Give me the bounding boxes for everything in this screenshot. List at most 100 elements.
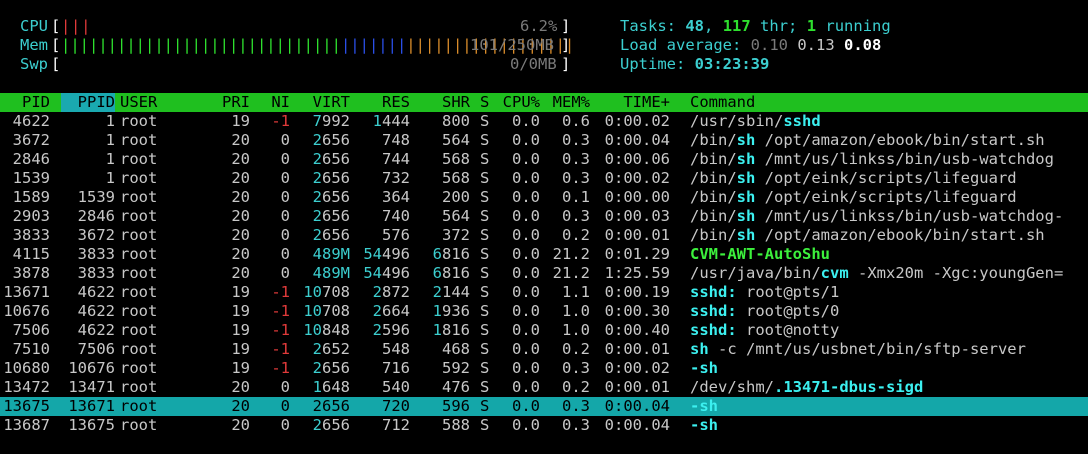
proc-ni: 0	[280, 245, 290, 263]
proc-res: 2596	[350, 321, 410, 340]
proc-pid: 10680	[3, 359, 50, 377]
col-s[interactable]: S	[480, 93, 489, 112]
proc-command: /bin/sh /opt/eink/scripts/lifeguard	[690, 169, 1017, 188]
col-ppid[interactable]: PPID	[61, 93, 115, 112]
process-row[interactable]: 4115 3833 root 20 0 489M 54496 6816 S 0.0 21.2 0:01…	[0, 245, 1088, 264]
process-row[interactable]: 10676 4622 root 19 -1 10708 2664 1936 S 0.0 1.0 0:0…	[0, 302, 1088, 321]
proc-command: /bin/sh /mnt/us/linkss/bin/usb-watchdog-	[690, 207, 1063, 226]
proc-cpu: 0.0	[512, 188, 540, 206]
thousands-digits: 2	[312, 150, 322, 168]
process-row[interactable]: 7506 4622 root 19 -1 10848 2596 1816 S 0.0 1.0 0:00…	[0, 321, 1088, 340]
proc-res: 744	[382, 150, 410, 168]
proc-command: /usr/sbin/sshd	[690, 112, 821, 131]
process-row[interactable]: 10680 10676 root 19 -1 2656 716 592 S 0.0 0.3 0:00.…	[0, 359, 1088, 378]
proc-time: 0:00.06	[604, 150, 670, 168]
proc-user: root	[120, 416, 158, 434]
proc-ni: 0	[280, 188, 290, 206]
proc-state: S	[480, 397, 490, 415]
proc-state: S	[480, 416, 490, 434]
proc-res: 364	[382, 188, 410, 206]
proc-shr: 476	[442, 378, 470, 396]
proc-pid: 3833	[12, 226, 50, 244]
process-row[interactable]: 13472 13471 root 20 0 1648 540 476 S 0.0 0.2 0:00.0…	[0, 378, 1088, 397]
proc-state: S	[480, 112, 490, 130]
proc-command: sshd: root@pts/0	[690, 302, 839, 321]
process-row[interactable]: 1539 1 root 20 0 2656 732 568 S 0.0 0.3 0:00.02/bin…	[0, 169, 1088, 188]
proc-virt: 2656	[290, 226, 350, 245]
col-mem[interactable]: MEM%	[540, 93, 590, 112]
proc-user: root	[120, 169, 158, 187]
col-virt[interactable]: VIRT	[290, 93, 350, 112]
proc-mem: 0.2	[562, 340, 590, 358]
threads-count: 117	[722, 17, 751, 35]
load-line: Load average: 0.10 0.13 0.08	[620, 36, 1080, 55]
load-1: 0.10	[750, 36, 788, 54]
proc-mem: 0.6	[562, 112, 590, 130]
process-row[interactable]: 2903 2846 root 20 0 2656 740 564 S 0.0 0.3 0:00.03/…	[0, 207, 1088, 226]
proc-command: -sh	[690, 359, 718, 378]
process-row[interactable]: 1589 1539 root 20 0 2656 364 200 S 0.0 0.1 0:00.00/…	[0, 188, 1088, 207]
proc-pid: 10676	[3, 302, 50, 320]
process-row[interactable]: 13671 4622 root 19 -1 10708 2872 2144 S 0.0 1.1 0:0…	[0, 283, 1088, 302]
proc-shr: 568	[442, 150, 470, 168]
process-row[interactable]: 13675 13671 root 20 0 2656 720 596 S 0.0 0.3 0:00.0…	[0, 397, 1088, 416]
proc-pri: 20	[231, 188, 250, 206]
proc-user: root	[120, 397, 158, 415]
proc-res: 712	[382, 416, 410, 434]
col-command[interactable]: Command	[690, 93, 755, 112]
unit-digits: 496	[382, 245, 410, 263]
proc-shr: 1816	[410, 321, 470, 340]
col-res[interactable]: RES	[350, 93, 410, 112]
proc-shr: 800	[442, 112, 470, 130]
proc-mem: 0.3	[562, 169, 590, 187]
proc-command-args: /mnt/us/linkss/bin/usb-watchdog	[755, 150, 1054, 168]
proc-shr: 1936	[410, 302, 470, 321]
proc-ni: 0	[280, 378, 290, 396]
proc-mem: 21.2	[552, 245, 590, 263]
load-5: 0.13	[797, 36, 835, 54]
proc-state: S	[480, 188, 490, 206]
tasks-label: Tasks:	[620, 17, 676, 35]
proc-virt: 2656	[290, 169, 350, 188]
col-pid[interactable]: PID	[0, 93, 50, 112]
proc-virt: 2652	[290, 340, 350, 359]
col-pri[interactable]: PRI	[200, 93, 250, 112]
proc-time: 0:00.01	[604, 226, 670, 244]
proc-time: 0:00.04	[604, 397, 670, 415]
process-row[interactable]: 4622 1 root 19 -1 7992 1444 800 S 0.0 0.6 0:00.02/u…	[0, 112, 1088, 131]
col-shr[interactable]: SHR	[410, 93, 470, 112]
proc-time: 0:00.02	[604, 112, 670, 130]
col-ni[interactable]: NI	[250, 93, 290, 112]
process-row[interactable]: 7510 7506 root 19 -1 2652 548 468 S 0.0 0.2 0:00.01…	[0, 340, 1088, 359]
mem-value: 101/250MB	[470, 36, 554, 54]
col-user[interactable]: USER	[120, 93, 157, 112]
thousands-digits: 54	[363, 245, 382, 263]
proc-state: S	[480, 226, 490, 244]
mem-bracket-close: ]	[561, 36, 571, 54]
proc-command-name: sh	[736, 150, 756, 168]
proc-state: S	[480, 359, 490, 377]
proc-state: S	[480, 131, 490, 149]
process-row[interactable]: 2846 1 root 20 0 2656 744 568 S 0.0 0.3 0:00.06/bin…	[0, 150, 1088, 169]
process-row[interactable]: 13687 13675 root 20 0 2656 712 588 S 0.0 0.3 0:00.0…	[0, 416, 1088, 435]
proc-mem: 0.3	[562, 131, 590, 149]
proc-command-name: sshd:	[690, 321, 737, 339]
proc-command-args: /opt/amazon/ebook/bin/start.sh	[755, 131, 1045, 149]
thousands-digits: 1	[372, 112, 382, 130]
unit-digits: 664	[382, 302, 410, 320]
running-count: 1	[806, 17, 817, 35]
process-row[interactable]: 3672 1 root 20 0 2656 748 564 S 0.0 0.3 0:00.04/bin…	[0, 131, 1088, 150]
proc-state: S	[480, 302, 490, 320]
unit-digits: 656	[322, 416, 350, 434]
proc-user: root	[120, 226, 158, 244]
proc-pid: 1589	[12, 188, 50, 206]
process-row[interactable]: 3878 3833 root 20 0 489M 54496 6816 S 0.0 21.2 1:25…	[0, 264, 1088, 283]
thousands-digits: 54	[363, 264, 382, 282]
proc-ni: -1	[271, 302, 290, 320]
col-time[interactable]: TIME+	[600, 93, 670, 112]
col-cpu[interactable]: CPU%	[490, 93, 540, 112]
proc-command: /dev/shm/.13471-dbus-sigd	[690, 378, 923, 397]
proc-state: S	[480, 321, 490, 339]
process-row[interactable]: 3833 3672 root 20 0 2656 576 372 S 0.0 0.2 0:00.01/…	[0, 226, 1088, 245]
unit-digits: 816	[442, 245, 470, 263]
